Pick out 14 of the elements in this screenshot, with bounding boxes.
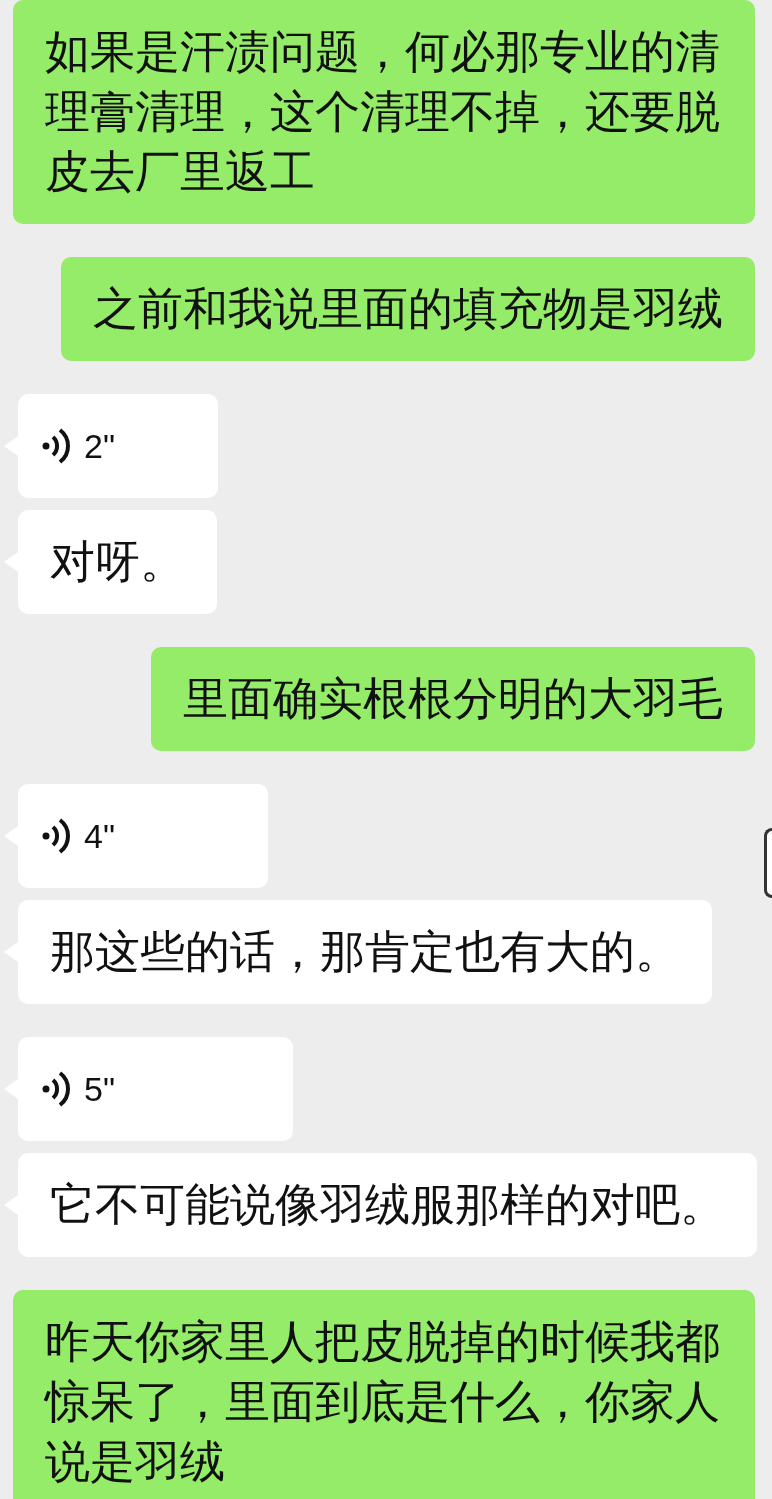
voice-message[interactable]: 4": [18, 784, 268, 888]
message-bubble: 对呀。: [18, 510, 217, 614]
message-bubble: 如果是汗渍问题，何必那专业的清理膏清理，这个清理不掉，还要脱皮去厂里返工: [13, 0, 755, 224]
message-bubble: 它不可能说像羽绒服那样的对吧。: [18, 1153, 757, 1257]
voice-message[interactable]: 5": [18, 1037, 293, 1141]
message-bubble: 之前和我说里面的填充物是羽绒: [61, 257, 755, 361]
message-bubble: 昨天你家里人把皮脱掉的时候我都惊呆了，里面到底是什么，你家人说是羽绒: [13, 1290, 755, 1499]
round-button-edge[interactable]: [764, 828, 772, 898]
voice-icon: [42, 1070, 70, 1108]
voice-icon: [42, 427, 70, 465]
message-bubble: 那这些的话，那肯定也有大的。: [18, 900, 712, 1004]
voice-icon: [42, 817, 70, 855]
message-bubble: 里面确实根根分明的大羽毛: [151, 647, 755, 751]
voice-message[interactable]: 2": [18, 394, 218, 498]
